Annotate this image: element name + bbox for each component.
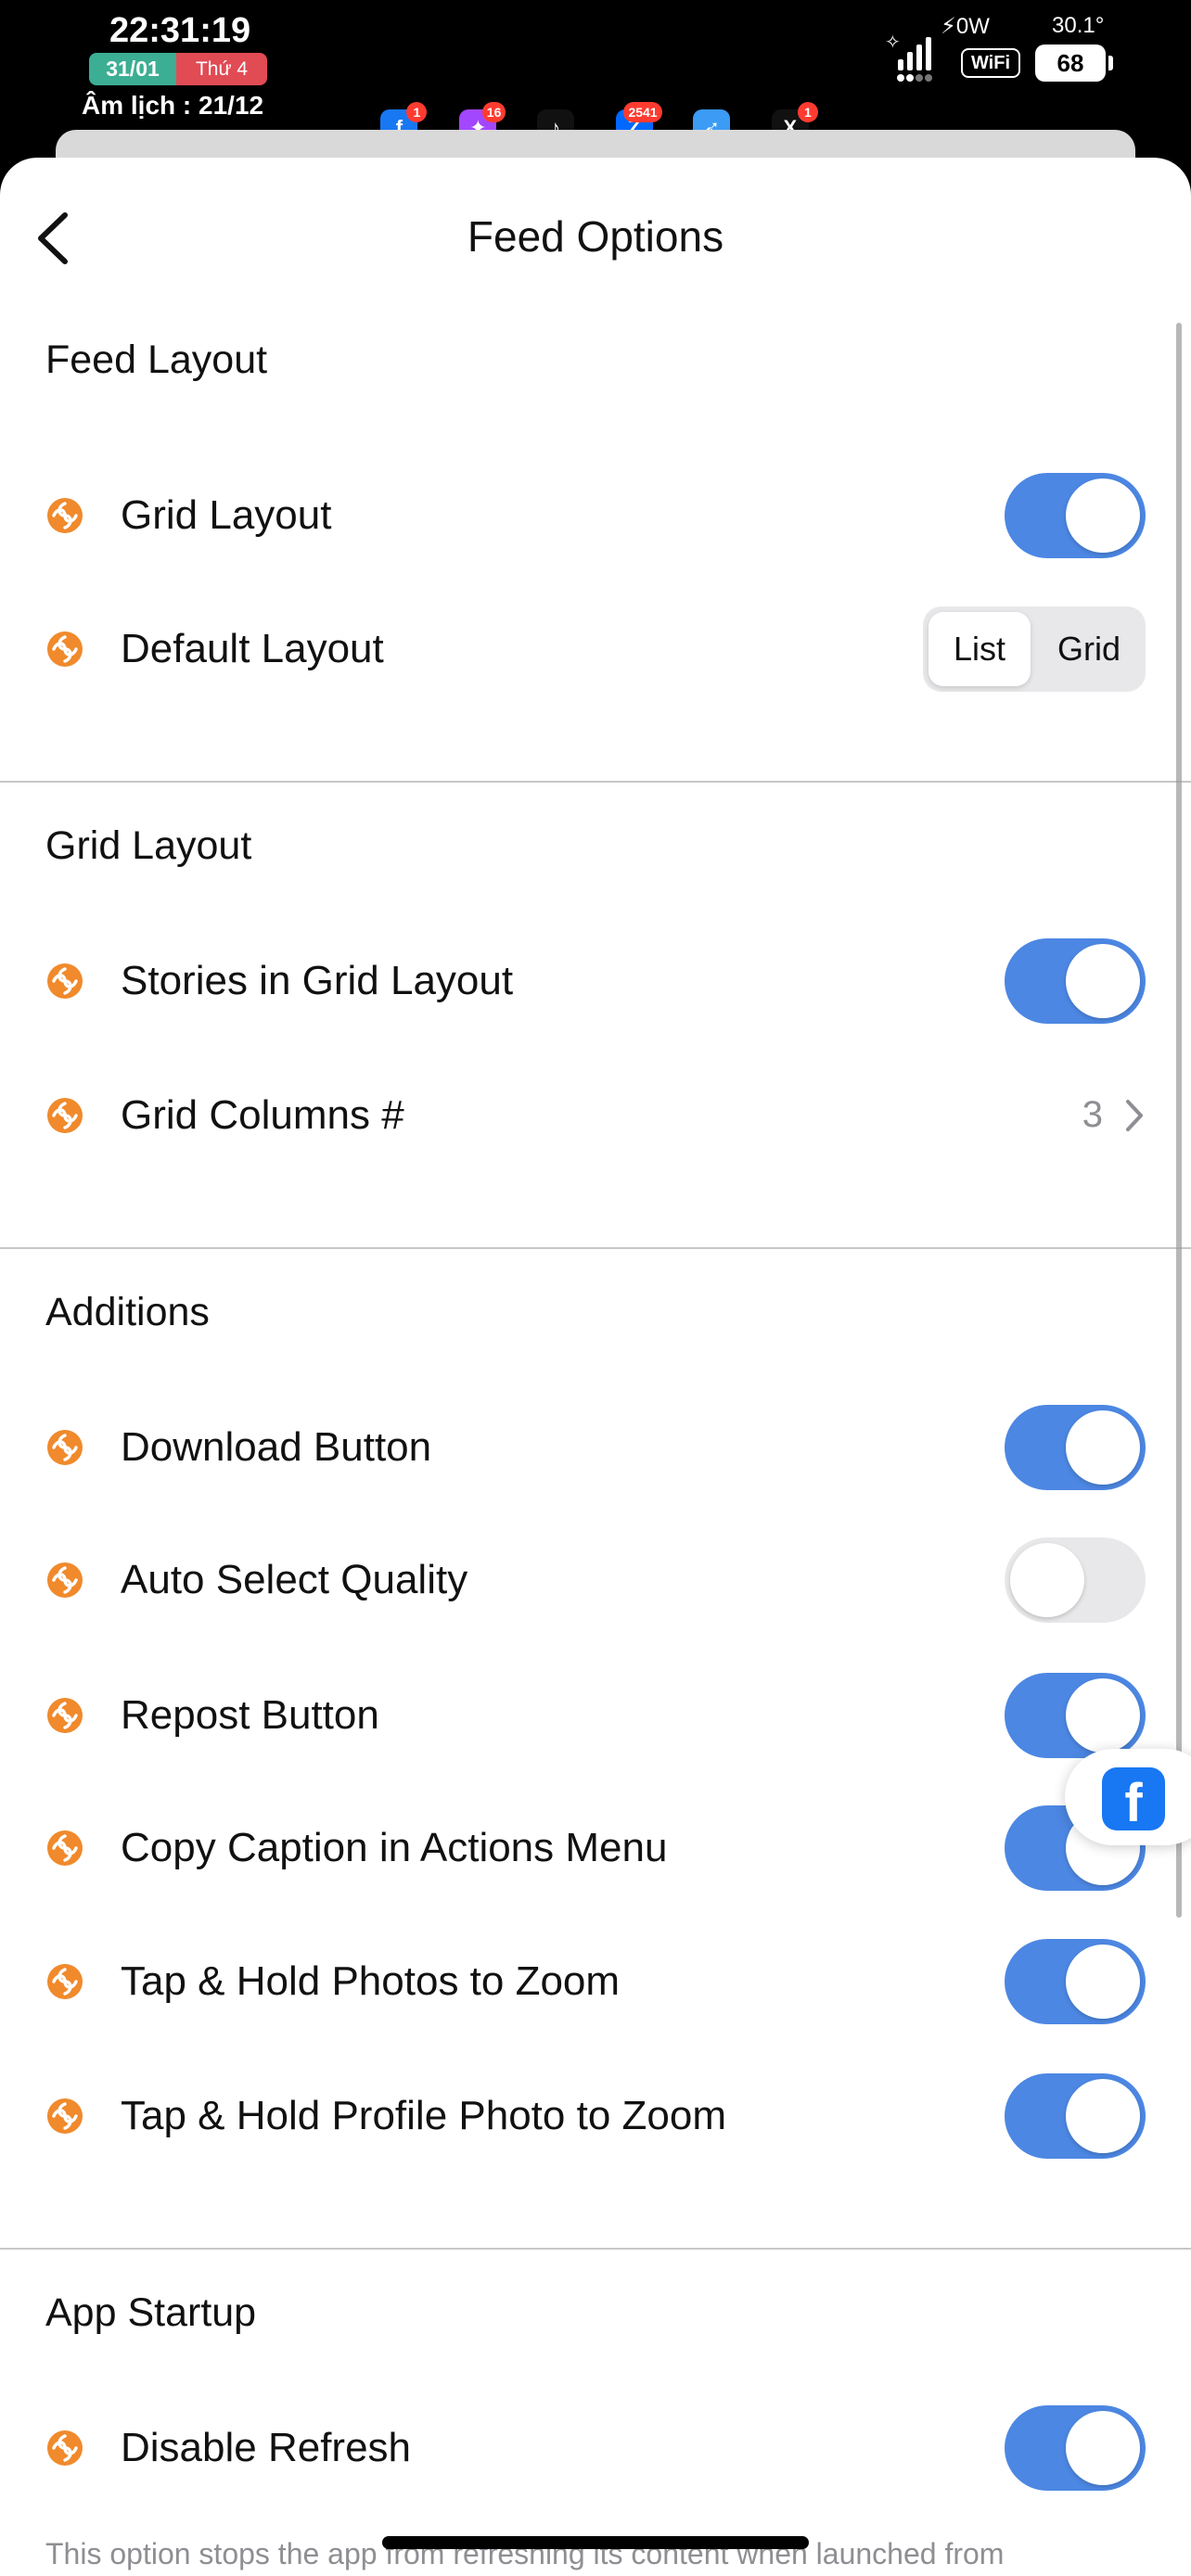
section-divider (0, 780, 1191, 783)
toggle-knob (1066, 2078, 1140, 2153)
setting-label: Copy Caption in Actions Menu (121, 1825, 668, 1871)
feature-swirl-icon (47, 2429, 83, 2466)
tap-and-hold-profile-photo-to-zoom-toggle[interactable] (1005, 2072, 1146, 2159)
scrollbar[interactable] (1176, 323, 1182, 1918)
setting-row-download-button: Download Button (0, 1381, 1191, 1514)
feature-swirl-icon (47, 1429, 83, 1465)
notification-badge: 16 (481, 102, 506, 122)
status-time: 22:31:19 (109, 11, 251, 50)
setting-row-stories-in-grid-layout: Stories in Grid Layout (0, 914, 1191, 1048)
facebook-icon: f (1102, 1767, 1165, 1833)
setting-row-disable-refresh: Disable Refresh (0, 2381, 1191, 2515)
home-indicator[interactable] (382, 2536, 809, 2549)
setting-row-tap-and-hold-photos-to-zoom: Tap & Hold Photos to Zoom (0, 1915, 1191, 2048)
value-text: 3 (1082, 1094, 1103, 1136)
segment-list[interactable]: List (928, 611, 1031, 686)
setting-label: Download Button (121, 1423, 432, 1470)
setting-label: Default Layout (121, 625, 384, 671)
chevron-right-icon (1126, 1099, 1143, 1131)
temperature-indicator: 30.1° (1052, 13, 1105, 38)
status-indicators: ✧ ⚡0W 30.1° WiFi 68 (857, 0, 1191, 102)
setting-label: Stories in Grid Layout (121, 957, 514, 1003)
section-title-grid-layout: Grid Layout (45, 823, 252, 869)
feed-options-sheet: Feed Options Feed Layout Grid Layout Defau… (0, 158, 1191, 2576)
notification-badge: 1 (797, 102, 818, 122)
status-date: 31/01 (89, 53, 176, 85)
toggle-knob (1066, 943, 1140, 1018)
setting-label: Tap & Hold Photos to Zoom (121, 1958, 621, 2004)
feature-swirl-icon (47, 1830, 83, 1867)
setting-label: Grid Columns # (121, 1091, 404, 1138)
feature-swirl-icon (47, 631, 83, 667)
notification-badge: 1 (406, 102, 428, 122)
section-divider (0, 2247, 1191, 2250)
toggle-knob (1066, 478, 1140, 554)
svg-text:✧: ✧ (885, 32, 901, 53)
setting-row-grid-columns[interactable]: Grid Columns # 3 (0, 1049, 1191, 1182)
feature-swirl-icon (47, 1097, 83, 1133)
setting-label: Grid Layout (121, 492, 332, 539)
navigation-bar: Feed Options (0, 158, 1191, 315)
grid-columns-value: 3 (1082, 1092, 1146, 1139)
feature-swirl-icon (47, 1963, 83, 1999)
toggle-knob (1066, 1409, 1140, 1485)
battery-icon: 68 (1035, 45, 1113, 82)
section-title-app-startup: App Startup (45, 2290, 257, 2336)
toggle-knob (1066, 2410, 1140, 2485)
page-title: Feed Options (467, 212, 724, 261)
section-title-additions: Additions (45, 1290, 210, 1335)
setting-row-repost-button: Repost Button (0, 1649, 1191, 1782)
toggle-knob (1066, 1944, 1140, 2019)
section-divider (0, 1246, 1191, 1249)
tap-and-hold-photos-to-zoom-toggle[interactable] (1005, 1938, 1146, 2024)
toggle-knob (1066, 1677, 1140, 1753)
section-title-feed-layout: Feed Layout (45, 337, 268, 382)
setting-row-auto-select-quality: Auto Select Quality (0, 1513, 1191, 1647)
disable-refresh-toggle[interactable] (1005, 2404, 1146, 2491)
toggle-knob (1010, 1543, 1084, 1618)
segment-grid[interactable]: Grid (1038, 612, 1140, 686)
setting-label: Tap & Hold Profile Photo to Zoom (121, 2092, 726, 2138)
feature-swirl-icon (47, 1562, 83, 1599)
setting-row-copy-caption-in-actions-menu: Copy Caption in Actions Menu (0, 1781, 1191, 1915)
feature-swirl-icon (47, 498, 83, 534)
setting-label: Disable Refresh (121, 2424, 412, 2470)
notification-badge: 2541 (623, 102, 662, 122)
auto-select-quality-toggle[interactable] (1005, 1537, 1146, 1624)
stories-in-grid-layout-toggle[interactable] (1005, 937, 1146, 1024)
grid-layout-toggle[interactable] (1005, 473, 1146, 559)
setting-label: Repost Button (121, 1691, 379, 1738)
setting-label: Auto Select Quality (121, 1557, 468, 1603)
signal-icon: ✧ (885, 32, 932, 82)
setting-row-default-layout: Default Layout List Grid (0, 582, 1191, 716)
repost-button-toggle[interactable] (1005, 1672, 1146, 1758)
download-button-toggle[interactable] (1005, 1404, 1146, 1490)
power-indicator: ⚡0W (941, 14, 990, 39)
setting-row-grid-layout: Grid Layout (0, 449, 1191, 582)
feature-swirl-icon (47, 963, 83, 999)
wifi-icon: WiFi (961, 48, 1020, 78)
floating-facebook-bubble[interactable]: f (1065, 1749, 1191, 1845)
status-weekday: Thứ 4 (176, 53, 267, 85)
default-layout-segmented-control: List Grid (923, 606, 1146, 692)
feature-swirl-icon (47, 1697, 83, 1733)
setting-row-tap-and-hold-profile-photo-to-zoom: Tap & Hold Profile Photo to Zoom (0, 2049, 1191, 2183)
feature-swirl-icon (47, 2098, 83, 2134)
